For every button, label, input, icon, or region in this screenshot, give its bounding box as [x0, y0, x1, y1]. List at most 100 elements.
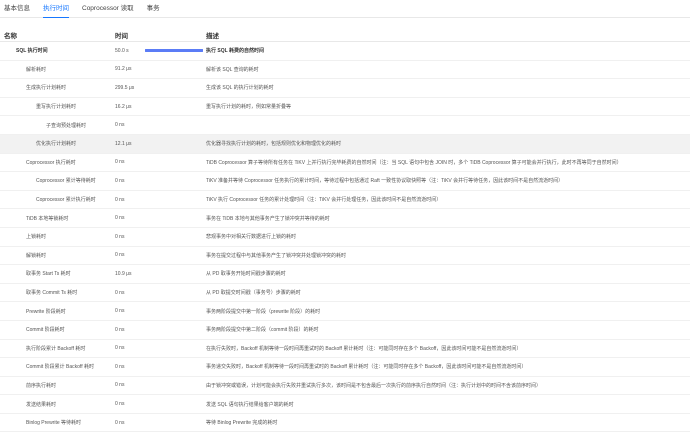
row-name: Coprocessor 累计执行耗时: [36, 197, 96, 204]
row-desc: 解析该 SQL 查询的耗时: [206, 66, 259, 73]
row-time-bar-track: [145, 198, 206, 202]
table-row[interactable]: 取事务 Start Ts 耗时 10.9 μs 从 PD 取事务开始时间戳步骤的耗时: [0, 265, 690, 284]
row-name: 生成执行计划耗时: [26, 85, 67, 92]
row-time: 10.9 μs: [115, 270, 132, 277]
table-row[interactable]: 前序执行耗时 0 ns 由于锁冲突或错误，计划可能会执行失败并重试执行多次，该时间是…: [0, 377, 690, 396]
row-desc: 事务在提交过程中与其他事务产生了锁冲突并处理锁冲突的耗时: [206, 252, 347, 259]
table-row[interactable]: Binlog Prewrite 等待耗时 0 ns 等待 Binlog Prewri…: [0, 414, 690, 432]
row-name: Commit 阶段耗时: [26, 327, 65, 334]
table-row[interactable]: 子查询预处理耗时 0 ns: [0, 116, 690, 135]
tab-1[interactable]: 执行时间: [43, 5, 69, 18]
row-time: 0 ns: [115, 419, 125, 426]
row-name: TiDB 本地等锁耗时: [26, 215, 69, 222]
row-time: 0 ns: [115, 215, 125, 222]
row-desc: TiKV 准备并等待 Coprocessor 任务执行的累计时间，等待过程中包括…: [206, 178, 564, 185]
row-time-bar-track: [145, 421, 206, 425]
row-name: Binlog Prewrite 等待耗时: [26, 420, 82, 427]
row-time-bar-track: [145, 123, 206, 127]
table-row[interactable]: Commit 阶段耗时 0 ns 事务两阶段提交中第二阶段（commit 阶段）的耗…: [0, 321, 690, 340]
row-desc: 事务在 TiDB 本地与其他事务产生了锁冲突并等待的耗时: [206, 215, 330, 222]
row-time-bar-track: [145, 402, 206, 406]
row-time-bar-track: [145, 160, 206, 164]
header-time: 时间: [115, 32, 128, 40]
row-desc: TiDB Coprocessor 算子等待所有任务在 TiKV 上并行执行完毕耗…: [206, 159, 622, 166]
table-row[interactable]: 执行阶段累计 Backoff 耗时 0 ns 在执行失败时，Backoff 机制等待…: [0, 340, 690, 359]
row-desc: 从 PD 取事务开始时间戳步骤的耗时: [206, 271, 286, 278]
row-name: SQL 执行时间: [16, 48, 48, 55]
row-desc: 由于锁冲突或错误，计划可能会执行失败并重试执行多次，该时间是不包含最后一次执行的…: [206, 382, 542, 389]
table-row[interactable]: 取事务 Commit Ts 耗时 0 ns 从 PD 取提交时间戳（事务号）步骤的耗…: [0, 284, 690, 303]
row-time: 0 ns: [115, 252, 125, 259]
row-desc: 优化器寻找执行计划的耗时，包括规则优化和物理优化的耗时: [206, 141, 342, 148]
row-time: 0 ns: [115, 326, 125, 333]
execution-time-table: 名称 时间 描述 SQL 执行时间 50.0 s 执行 SQL 耗费的自然时间解析耗…: [0, 28, 690, 432]
row-desc: 等待 Binlog Prewrite 完成的耗时: [206, 420, 278, 427]
row-name: Prewrite 阶段耗时: [26, 308, 66, 315]
table-header: 名称 时间 描述: [0, 28, 690, 42]
row-desc: 发送 SQL 语句执行结果给客户端的耗时: [206, 401, 294, 408]
row-time: 12.1 μs: [115, 140, 132, 147]
row-time-bar-track: [145, 309, 206, 313]
row-time-bar: [145, 48, 203, 53]
row-time-bar-track: [145, 105, 206, 109]
row-name: 取事务 Commit Ts 耗时: [26, 290, 78, 297]
table-row[interactable]: 生成执行计划耗时 299.5 μs 生成该 SQL 的执行计划的耗时: [0, 79, 690, 98]
row-time-bar-track: [145, 235, 206, 239]
row-name: 上锁耗时: [26, 234, 47, 241]
row-desc: 事务两阶段提交中第二阶段（commit 阶段）的耗时: [206, 327, 319, 334]
row-name: 重写执行计划耗时: [36, 104, 77, 111]
row-time: 0 ns: [115, 196, 125, 203]
row-name: 子查询预处理耗时: [46, 122, 87, 129]
table-row[interactable]: Commit 阶段累计 Backoff 耗时 0 ns 事务递交失败时，Backof…: [0, 358, 690, 377]
table-row[interactable]: 优化执行计划耗时 12.1 μs 优化器寻找执行计划的耗时，包括规则优化和物理优化的…: [0, 134, 690, 154]
row-time-bar-track: [145, 48, 206, 53]
row-time: 0 ns: [115, 233, 125, 240]
row-time-bar-track: [145, 291, 206, 295]
tab-3[interactable]: 事务: [147, 5, 160, 17]
row-time: 0 ns: [115, 401, 125, 408]
row-time: 0 ns: [115, 345, 125, 352]
row-desc: 重写执行计划的耗时，例如常量折叠等: [206, 104, 292, 111]
table-row[interactable]: Coprocessor 累计等待耗时 0 ns TiKV 准备并等待 Coproce…: [0, 172, 690, 191]
row-time: 91.2 μs: [115, 66, 132, 73]
table-row[interactable]: 解析耗时 91.2 μs 解析该 SQL 查询的耗时: [0, 61, 690, 80]
row-time-bar-track: [145, 179, 206, 183]
row-desc: 在执行失败时，Backoff 机制等待一段时间再重试时的 Backoff 累计耗…: [206, 345, 522, 352]
tab-0[interactable]: 基本信息: [4, 5, 30, 17]
row-time: 50.0 s: [115, 47, 129, 54]
row-time: 299.5 μs: [115, 84, 135, 91]
row-desc: TiKV 执行 Coprocessor 任务的累计处理时间（注：TiKV 会并行…: [206, 197, 442, 204]
table-row[interactable]: 重写执行计划耗时 16.2 μs 重写执行计划的耗时，例如常量折叠等: [0, 98, 690, 117]
row-time: 0 ns: [115, 159, 125, 166]
table-row[interactable]: Prewrite 阶段耗时 0 ns 事务两阶段提交中第一阶段（prewrite 阶…: [0, 302, 690, 321]
table-row[interactable]: 解锁耗时 0 ns 事务在提交过程中与其他事务产生了锁冲突并处理锁冲突的耗时: [0, 247, 690, 266]
row-time-bar-track: [145, 383, 206, 387]
table-row[interactable]: 发送结果耗时 0 ns 发送 SQL 语句执行结果给客户端的耗时: [0, 395, 690, 414]
tab-bar: 基本信息 执行时间 Coprocessor 读取 事务: [0, 0, 690, 18]
table-row[interactable]: SQL 执行时间 50.0 s 执行 SQL 耗费的自然时间: [0, 42, 690, 61]
header-desc: 描述: [206, 32, 219, 40]
row-time: 0 ns: [115, 177, 125, 184]
row-time-bar-track: [145, 253, 206, 257]
table-row[interactable]: 上锁耗时 0 ns 悲观事务中对相关行数据进行上锁的耗时: [0, 228, 690, 247]
tab-2[interactable]: Coprocessor 读取: [82, 5, 134, 17]
row-name: 执行阶段累计 Backoff 耗时: [26, 345, 86, 352]
row-name: 前序执行耗时: [26, 382, 57, 389]
header-name: 名称: [4, 32, 17, 40]
row-desc: 事务两阶段提交中第一阶段（prewrite 阶段）的耗时: [206, 308, 321, 315]
row-desc: 执行 SQL 耗费的自然时间: [206, 48, 264, 55]
row-time: 0 ns: [115, 363, 125, 370]
row-time: 16.2 μs: [115, 103, 132, 110]
row-time-bar-track: [145, 346, 206, 350]
row-desc: 生成该 SQL 的执行计划的耗时: [206, 85, 274, 92]
row-time-bar-track: [145, 86, 206, 90]
row-time-bar-track: [145, 67, 206, 71]
table-body: SQL 执行时间 50.0 s 执行 SQL 耗费的自然时间 解析耗时 91.2 μs 解…: [0, 42, 690, 432]
row-time: 0 ns: [115, 308, 125, 315]
row-name: 发送结果耗时: [26, 401, 57, 408]
table-row[interactable]: Coprocessor 执行耗时 0 ns TiDB Coprocessor 算子等…: [0, 154, 690, 173]
table-row[interactable]: TiDB 本地等锁耗时 0 ns 事务在 TiDB 本地与其他事务产生了锁冲突并等待…: [0, 209, 690, 228]
table-row[interactable]: Coprocessor 累计执行耗时 0 ns TiKV 执行 Coprocesso…: [0, 191, 690, 210]
row-name: 解析耗时: [26, 66, 47, 73]
row-name: 取事务 Start Ts 耗时: [26, 271, 71, 278]
